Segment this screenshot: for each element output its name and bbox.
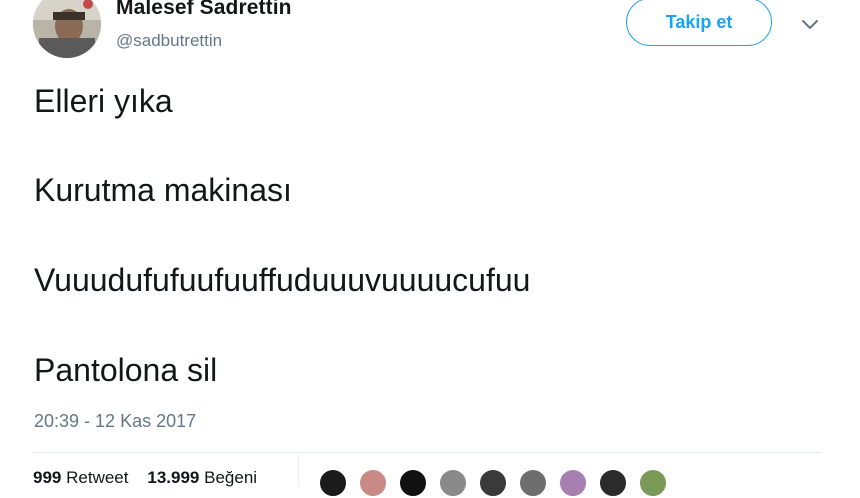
tweet-timestamp[interactable]: 20:39 - 12 Kas 2017 [34, 411, 196, 432]
liker-avatar[interactable] [598, 468, 628, 498]
retweet-label: Retweet [66, 468, 129, 487]
tweet-text-line: Vuuudufufuufuuffuduuuvuuuucufuu [34, 262, 531, 298]
follow-button[interactable]: Takip et [626, 0, 772, 46]
retweet-count: 999 [33, 468, 62, 487]
liker-avatar[interactable] [638, 468, 668, 498]
tweet-text-line: Elleri yıka [34, 83, 173, 119]
divider [33, 452, 822, 453]
liker-avatar[interactable] [398, 468, 428, 498]
liker-avatar[interactable] [358, 468, 388, 498]
like-count: 13.999 [147, 468, 200, 487]
liker-avatar[interactable] [318, 468, 348, 498]
like-stat[interactable]: 13.999 Beğeni [147, 468, 257, 487]
profile-photo-icon [33, 0, 101, 58]
tweet-stats: 999 Retweet 13.999 Beğeni [33, 468, 257, 488]
author-display-name[interactable]: Malesef Sadrettin [116, 0, 292, 20]
like-label: Beğeni [204, 468, 258, 487]
tweet-text-line: Kurutma makinası [34, 172, 292, 208]
author-handle[interactable]: @sadbutrettin [116, 31, 222, 51]
chevron-down-icon[interactable] [800, 14, 820, 34]
liker-avatar[interactable] [518, 468, 548, 498]
stats-divider [298, 455, 299, 485]
liker-avatar[interactable] [558, 468, 588, 498]
liker-avatar[interactable] [478, 468, 508, 498]
avatar[interactable] [33, 0, 101, 58]
retweet-stat[interactable]: 999 Retweet [33, 468, 128, 487]
tweet-text-line: Pantolona sil [34, 352, 218, 388]
liker-avatar[interactable] [438, 468, 468, 498]
